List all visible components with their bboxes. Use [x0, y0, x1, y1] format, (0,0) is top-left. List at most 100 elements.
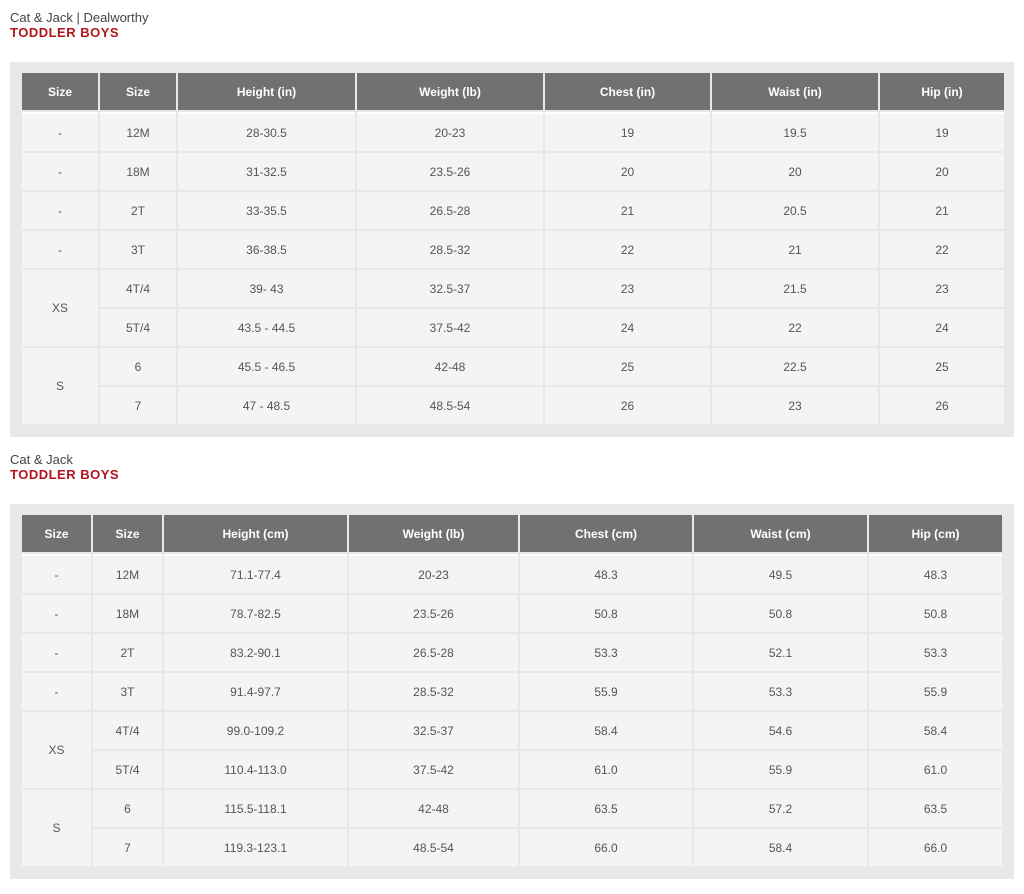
waist-cell: 21: [712, 231, 878, 268]
size-chart-panel-inches: Size Size Height (in) Weight (lb) Chest …: [10, 62, 1014, 437]
table-row: 7 47 - 48.5 48.5-54 26 23 26: [22, 387, 1004, 424]
col-header-height: Height (cm): [164, 515, 347, 552]
height-cell: 78.7-82.5: [164, 595, 347, 632]
chest-cell: 23: [545, 270, 710, 307]
waist-cell: 58.4: [694, 829, 867, 866]
waist-cell: 20.5: [712, 192, 878, 229]
size-group-cell: -: [22, 595, 91, 632]
table-row: 5T/4 110.4-113.0 37.5-42 61.0 55.9 61.0: [22, 751, 1002, 788]
height-cell: 110.4-113.0: [164, 751, 347, 788]
col-header-size: Size: [93, 515, 162, 552]
waist-cell: 23: [712, 387, 878, 424]
size-cell: 4T/4: [100, 270, 176, 307]
weight-cell: 28.5-32: [349, 673, 518, 710]
weight-cell: 26.5-28: [357, 192, 543, 229]
weight-cell: 20-23: [357, 112, 543, 151]
size-group-cell: S: [22, 348, 98, 424]
size-cell: 3T: [93, 673, 162, 710]
hip-cell: 48.3: [869, 554, 1002, 593]
chest-cell: 26: [545, 387, 710, 424]
table-row: - 3T 36-38.5 28.5-32 22 21 22: [22, 231, 1004, 268]
size-group-cell: -: [22, 554, 91, 593]
waist-cell: 50.8: [694, 595, 867, 632]
table-row: - 2T 33-35.5 26.5-28 21 20.5 21: [22, 192, 1004, 229]
col-header-weight: Weight (lb): [349, 515, 518, 552]
hip-cell: 53.3: [869, 634, 1002, 671]
table-row: XS 4T/4 99.0-109.2 32.5-37 58.4 54.6 58.…: [22, 712, 1002, 788]
col-header-height: Height (in): [178, 73, 355, 110]
size-cell: 18M: [93, 595, 162, 632]
chest-cell: 66.0: [520, 829, 692, 866]
table-row: XS 4T/4 39- 43 32.5-37 23 21.5 23: [22, 270, 1004, 346]
weight-cell: 42-48: [349, 790, 518, 827]
table-row: - 3T 91.4-97.7 28.5-32 55.9 53.3 55.9: [22, 673, 1002, 710]
size-cell: 2T: [93, 634, 162, 671]
hip-cell: 66.0: [869, 829, 1002, 866]
height-cell: 115.5-118.1: [164, 790, 347, 827]
size-cell: 4T/4: [93, 712, 162, 749]
chest-cell: 55.9: [520, 673, 692, 710]
hip-cell: 26: [880, 387, 1004, 424]
size-group-cell: -: [22, 153, 98, 190]
chest-cell: 63.5: [520, 790, 692, 827]
height-cell: 31-32.5: [178, 153, 355, 190]
height-cell: 36-38.5: [178, 231, 355, 268]
col-header-size: Size: [100, 73, 176, 110]
size-cell: 5T/4: [93, 751, 162, 788]
weight-cell: 37.5-42: [357, 309, 543, 346]
chest-cell: 50.8: [520, 595, 692, 632]
size-cell: 6: [93, 790, 162, 827]
table-row: S 6 45.5 - 46.5 42-48 25 22.5 25: [22, 348, 1004, 424]
chest-cell: 61.0: [520, 751, 692, 788]
height-cell: 43.5 - 44.5: [178, 309, 355, 346]
col-header-chest: Chest (cm): [520, 515, 692, 552]
table-row: S 6 115.5-118.1 42-48 63.5 57.2 63.5: [22, 790, 1002, 866]
hip-cell: 63.5: [869, 790, 1002, 827]
col-header-chest: Chest (in): [545, 73, 710, 110]
height-cell: 119.3-123.1: [164, 829, 347, 866]
size-chart-table-inches: Size Size Height (in) Weight (lb) Chest …: [20, 71, 1006, 426]
waist-cell: 22.5: [712, 348, 878, 385]
size-cell: 2T: [100, 192, 176, 229]
weight-cell: 42-48: [357, 348, 543, 385]
height-cell: 28-30.5: [178, 112, 355, 151]
header-row: Size Size Height (cm) Weight (lb) Chest …: [22, 515, 1002, 552]
height-cell: 91.4-97.7: [164, 673, 347, 710]
hip-cell: 24: [880, 309, 1004, 346]
table-row: 5T/4 43.5 - 44.5 37.5-42 24 22 24: [22, 309, 1004, 346]
size-cell: 7: [93, 829, 162, 866]
col-header-hip: Hip (in): [880, 73, 1004, 110]
waist-cell: 55.9: [694, 751, 867, 788]
hip-cell: 61.0: [869, 751, 1002, 788]
chest-cell: 24: [545, 309, 710, 346]
weight-cell: 26.5-28: [349, 634, 518, 671]
hip-cell: 50.8: [869, 595, 1002, 632]
table-row: - 12M 28-30.5 20-23 19 19.5 19: [22, 112, 1004, 151]
weight-cell: 20-23: [349, 554, 518, 593]
hip-cell: 55.9: [869, 673, 1002, 710]
height-cell: 71.1-77.4: [164, 554, 347, 593]
chest-cell: 19: [545, 112, 710, 151]
table-row: - 18M 78.7-82.5 23.5-26 50.8 50.8 50.8: [22, 595, 1002, 632]
size-group-cell: -: [22, 634, 91, 671]
height-cell: 33-35.5: [178, 192, 355, 229]
col-header-size-group: Size: [22, 515, 91, 552]
hip-cell: 21: [880, 192, 1004, 229]
size-group-cell: -: [22, 231, 98, 268]
weight-cell: 23.5-26: [349, 595, 518, 632]
brand-label: Cat & Jack | Dealworthy: [10, 10, 149, 25]
waist-cell: 57.2: [694, 790, 867, 827]
brand-label: Cat & Jack: [10, 452, 73, 467]
size-chart-heading-cm: Cat & Jack TODDLER BOYS: [10, 453, 119, 483]
size-chart-heading-inches: Cat & Jack | Dealworthy TODDLER BOYS: [10, 11, 148, 41]
height-cell: 39- 43: [178, 270, 355, 307]
size-group-cell: -: [22, 192, 98, 229]
height-cell: 45.5 - 46.5: [178, 348, 355, 385]
waist-cell: 54.6: [694, 712, 867, 749]
size-chart-panel-cm: Size Size Height (cm) Weight (lb) Chest …: [10, 504, 1014, 879]
height-cell: 83.2-90.1: [164, 634, 347, 671]
waist-cell: 21.5: [712, 270, 878, 307]
hip-cell: 22: [880, 231, 1004, 268]
chest-cell: 22: [545, 231, 710, 268]
chest-cell: 21: [545, 192, 710, 229]
